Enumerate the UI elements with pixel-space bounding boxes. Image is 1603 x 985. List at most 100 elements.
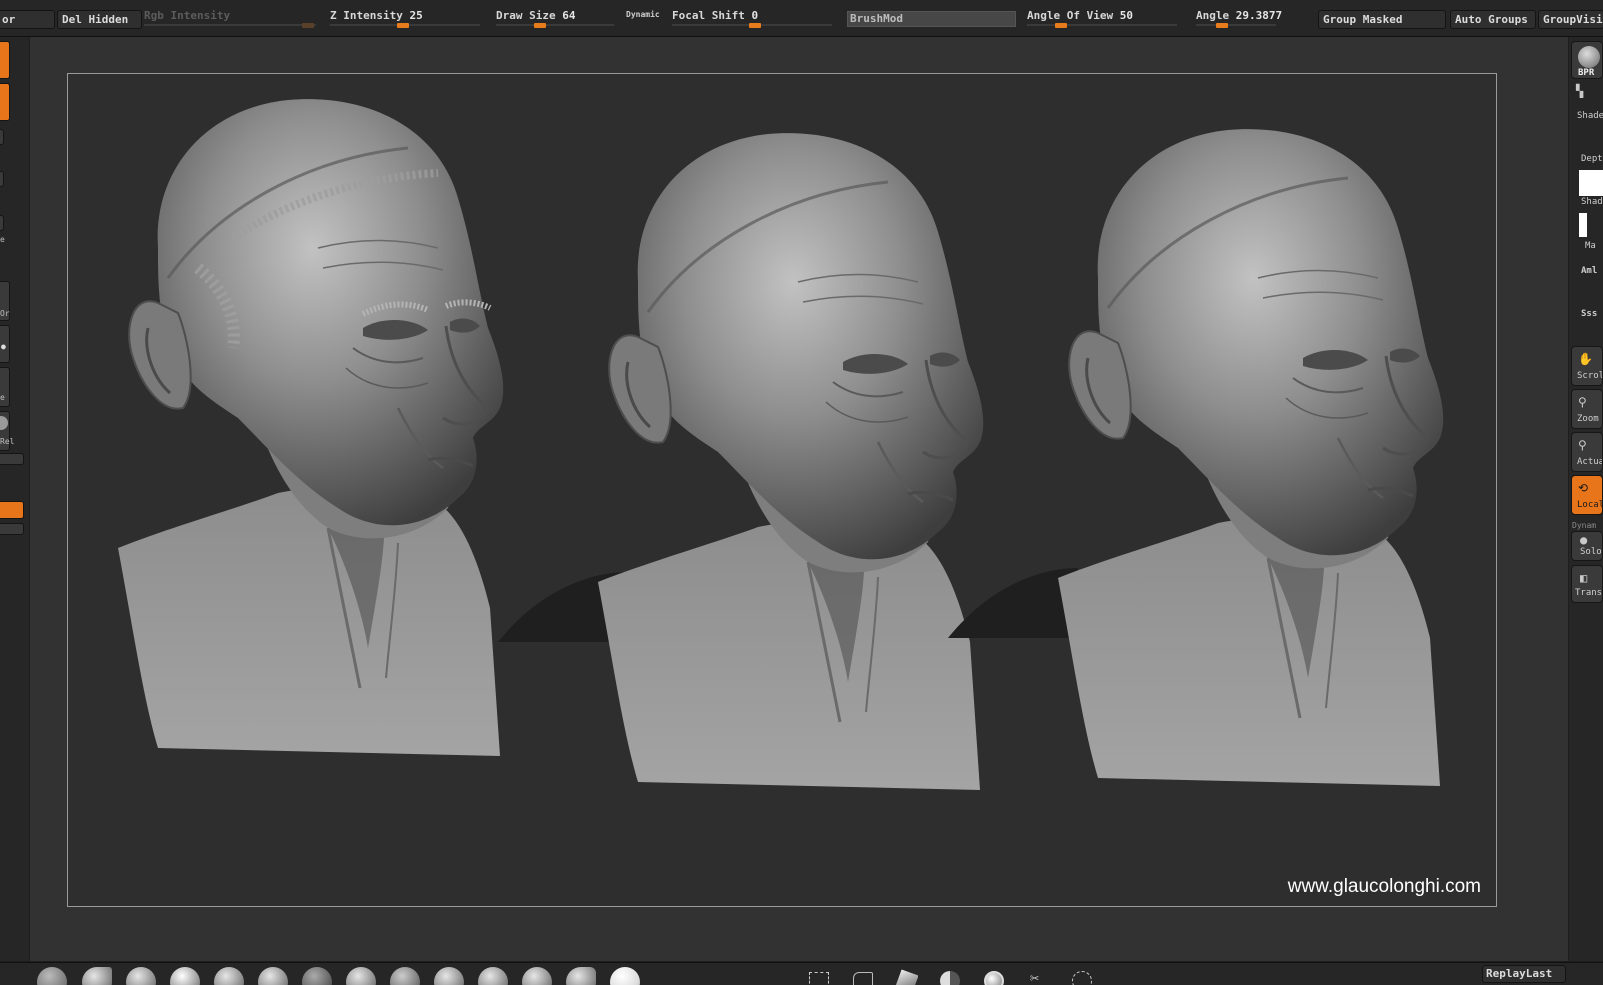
- slider-knob[interactable]: [397, 23, 409, 28]
- dashed-circle: [1072, 971, 1092, 985]
- slider-track: [1027, 24, 1177, 26]
- draw-size-slider[interactable]: Draw Size 64: [496, 8, 614, 30]
- rgb-intensity-slider[interactable]: Rgb Intensity: [144, 8, 316, 30]
- focal-shift-slider[interactable]: Focal Shift 0: [672, 8, 832, 30]
- local-symmetry-icon: ⟲: [1578, 481, 1589, 495]
- alpha-brush-icon[interactable]: [346, 967, 376, 985]
- bust-detailed: [116, 97, 505, 758]
- solo-button[interactable]: ● Solo: [1571, 531, 1603, 561]
- slider-track: [496, 24, 614, 26]
- left-shelf-button-11[interactable]: [0, 501, 24, 519]
- draw-size-value: 64: [562, 9, 576, 22]
- mat-swatch[interactable]: [1579, 213, 1587, 237]
- local-button[interactable]: ⟲ Local: [1571, 475, 1603, 515]
- scissors-icon[interactable]: ✂: [1026, 968, 1050, 985]
- dam-standard-icon[interactable]: [126, 967, 156, 985]
- left-shelf-button-5[interactable]: [0, 215, 4, 231]
- dynamic-label: Dynam: [1572, 521, 1597, 530]
- polish-brush-icon[interactable]: [522, 967, 552, 985]
- left-shelf-button-7[interactable]: ●: [0, 325, 10, 363]
- dashed-sphere-icon[interactable]: [1070, 968, 1094, 985]
- sphere-half-icon[interactable]: [938, 968, 962, 985]
- angle-of-view-label: Angle Of View: [1027, 9, 1114, 22]
- slider-knob[interactable]: [534, 23, 546, 28]
- dot-icon: ●: [1, 342, 6, 351]
- left-shelf-button-4[interactable]: [0, 171, 4, 187]
- bust-bald: [948, 127, 1445, 788]
- transparency-icon: ◧: [1580, 571, 1588, 585]
- bust-skin: [498, 131, 985, 792]
- zoom-icon: ⚲: [1578, 395, 1587, 409]
- scroll-label: Scroll: [1577, 371, 1602, 381]
- shad-label: Shad: [1581, 197, 1603, 207]
- trim-brush-icon[interactable]: [478, 967, 508, 985]
- focal-shift-value: 0: [751, 9, 759, 22]
- pinch-brush-icon[interactable]: [258, 967, 288, 985]
- matcap-sphere-icon[interactable]: [610, 967, 640, 985]
- move-brush-icon[interactable]: [170, 967, 200, 985]
- slider-track: [1196, 24, 1276, 26]
- left-shelf-button-12[interactable]: [0, 523, 24, 535]
- mat-label: Ma: [1585, 241, 1596, 251]
- dashed-rect: [809, 972, 829, 985]
- solo-label: Solo: [1580, 547, 1602, 557]
- left-shelf-label: Rel: [0, 437, 15, 446]
- half-sphere: [940, 971, 960, 985]
- scroll-button[interactable]: ✋ Scroll: [1571, 346, 1603, 386]
- top-toolbar: or Del Hidden Rgb Intensity Z Intensity …: [0, 0, 1603, 37]
- del-hidden-button[interactable]: Del Hidden: [57, 10, 142, 29]
- document-area[interactable]: www.glaucolonghi.com: [30, 37, 1568, 961]
- group-visible-button[interactable]: GroupVisibl: [1538, 10, 1603, 29]
- watermark: www.glaucolonghi.com: [1287, 876, 1481, 897]
- slider-knob[interactable]: [302, 23, 314, 28]
- angle-slider[interactable]: Angle 29.3877: [1196, 8, 1282, 30]
- canvas-viewport[interactable]: www.glaucolonghi.com: [67, 73, 1497, 907]
- standard-brush-icon[interactable]: [82, 967, 112, 985]
- solo-icon: ●: [1580, 533, 1588, 547]
- z-intensity-label: Z Intensity: [330, 9, 403, 22]
- pen-shape: [895, 969, 918, 985]
- left-shelf-button-2[interactable]: [0, 83, 10, 121]
- brushmod-slider[interactable]: BrushMod: [847, 11, 1016, 27]
- left-shelf-label: Or: [0, 309, 10, 318]
- angle-of-view-slider[interactable]: Angle Of View 50: [1027, 8, 1177, 30]
- smooth-brush-icon[interactable]: [390, 967, 420, 985]
- dynamic-toggle[interactable]: Dynamic: [626, 10, 660, 19]
- group-masked-button[interactable]: Group Masked: [1318, 10, 1446, 29]
- auto-groups-button[interactable]: Auto Groups: [1450, 10, 1536, 29]
- mask-pen-icon[interactable]: [894, 968, 918, 985]
- actual-zoom-icon: ⚲: [1578, 438, 1587, 452]
- scissors-glyph: ✂: [1030, 969, 1040, 985]
- left-shelf-button-3[interactable]: [0, 129, 4, 145]
- lasso-shape: [853, 972, 873, 985]
- flatten-brush-icon[interactable]: [434, 967, 464, 985]
- replay-last-button[interactable]: ReplayLast: [1482, 965, 1566, 983]
- left-shelf-button-10[interactable]: [0, 453, 24, 465]
- z-intensity-slider[interactable]: Z Intensity 25: [330, 8, 480, 30]
- hand-icon: ✋: [1578, 352, 1593, 366]
- actual-button[interactable]: ⚲ Actua: [1571, 432, 1603, 472]
- color-button[interactable]: or: [0, 10, 55, 29]
- slider-knob[interactable]: [1055, 23, 1067, 28]
- matcap-ball: [984, 971, 1004, 985]
- left-shelf-button-1[interactable]: [0, 41, 10, 79]
- slider-knob[interactable]: [1216, 23, 1228, 28]
- bpr-button[interactable]: BPR: [1571, 41, 1603, 79]
- select-rect-icon[interactable]: [806, 968, 830, 985]
- inflate-brush-icon[interactable]: [214, 967, 244, 985]
- select-lasso-icon[interactable]: [850, 968, 874, 985]
- angle-of-view-value: 50: [1119, 9, 1133, 22]
- transp-button[interactable]: ◧ Transp: [1571, 565, 1603, 603]
- left-shelf-label: e: [0, 235, 5, 244]
- slash-brush-icon[interactable]: [566, 967, 596, 985]
- clay-brush-icon[interactable]: [37, 967, 67, 985]
- z-intensity-text: Z Intensity 25: [330, 9, 423, 22]
- zoom-button[interactable]: ⚲ Zoom: [1571, 389, 1603, 429]
- slider-knob[interactable]: [749, 23, 761, 28]
- matcap-icon[interactable]: [982, 968, 1006, 985]
- depth-label: Dept: [1581, 154, 1603, 164]
- depth-swatch[interactable]: [1579, 170, 1603, 196]
- spray-stroke-icon[interactable]: [302, 967, 332, 985]
- z-intensity-value: 25: [409, 9, 423, 22]
- shadow-icon: ▚: [1576, 84, 1584, 98]
